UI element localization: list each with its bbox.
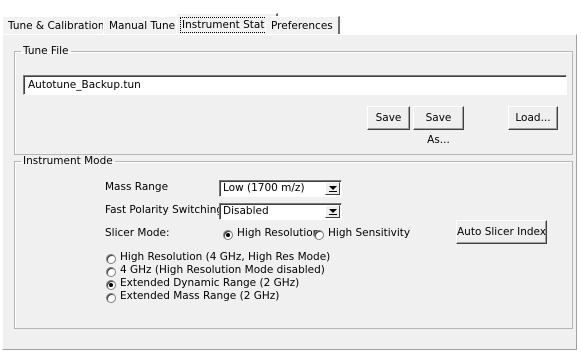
tab-manual-tune[interactable]: Manual Tune bbox=[103, 16, 183, 34]
tab-instrument-state[interactable]: Instrument State bbox=[176, 13, 278, 35]
mode-extended-mass-range-radio[interactable] bbox=[106, 293, 116, 303]
tab-tune-calibration[interactable]: Tune & Calibration bbox=[2, 16, 112, 34]
slicer-high-resolution-label[interactable]: High Resolution bbox=[237, 227, 319, 239]
save-button[interactable]: Save bbox=[367, 106, 410, 130]
mode-4ghz-label[interactable]: 4 GHz (High Resolution Mode disabled) bbox=[120, 264, 325, 276]
mode-high-resolution-label[interactable]: High Resolution (4 GHz, High Res Mode) bbox=[120, 251, 330, 263]
tune-file-group: Tune File bbox=[14, 45, 573, 155]
mode-extended-dynamic-range-radio[interactable] bbox=[106, 280, 116, 290]
slicer-mode-label: Slicer Mode: bbox=[105, 227, 170, 239]
mode-4ghz-radio[interactable] bbox=[106, 267, 116, 277]
fast-polarity-value: Disabled bbox=[223, 205, 269, 217]
auto-slicer-index-button[interactable]: Auto Slicer Index bbox=[456, 220, 547, 244]
tab-label: Preferences bbox=[271, 20, 333, 32]
mode-extended-mass-range-label[interactable]: Extended Mass Range (2 GHz) bbox=[120, 290, 279, 302]
tune-file-input[interactable]: Autotune_Backup.tun bbox=[23, 75, 567, 95]
chevron-down-icon[interactable] bbox=[325, 182, 340, 195]
tab-preferences[interactable]: Preferences bbox=[265, 16, 340, 34]
tab-label: Instrument State bbox=[180, 17, 273, 33]
mode-extended-dynamic-range-label[interactable]: Extended Dynamic Range (2 GHz) bbox=[120, 277, 299, 289]
slicer-high-sensitivity-label[interactable]: High Sensitivity bbox=[328, 227, 410, 239]
fast-polarity-label: Fast Polarity Switching bbox=[105, 204, 224, 216]
slicer-high-sensitivity-radio[interactable] bbox=[314, 230, 324, 240]
tab-label: Tune & Calibration bbox=[8, 20, 105, 32]
mass-range-label: Mass Range bbox=[105, 181, 169, 193]
tab-label: Manual Tune bbox=[109, 20, 176, 32]
chevron-down-icon[interactable] bbox=[325, 205, 340, 218]
instrument-mode-legend: Instrument Mode bbox=[23, 155, 113, 167]
tune-file-legend: Tune File bbox=[23, 45, 69, 57]
mass-range-value: Low (1700 m/z) bbox=[223, 182, 305, 194]
mass-range-select[interactable]: Low (1700 m/z) bbox=[219, 180, 342, 197]
save-as-button[interactable]: Save As... bbox=[413, 106, 464, 146]
instrument-state-panel: Tune File Autotune_Backup.tun Save Save … bbox=[2, 34, 577, 350]
tab-strip: Tune & Calibration Manual Tune Instrumen… bbox=[0, 0, 581, 36]
fast-polarity-select[interactable]: Disabled bbox=[219, 203, 342, 220]
slicer-high-resolution-radio[interactable] bbox=[223, 230, 233, 240]
load-button[interactable]: Load... bbox=[508, 106, 558, 130]
mode-high-resolution-radio[interactable] bbox=[106, 254, 116, 264]
